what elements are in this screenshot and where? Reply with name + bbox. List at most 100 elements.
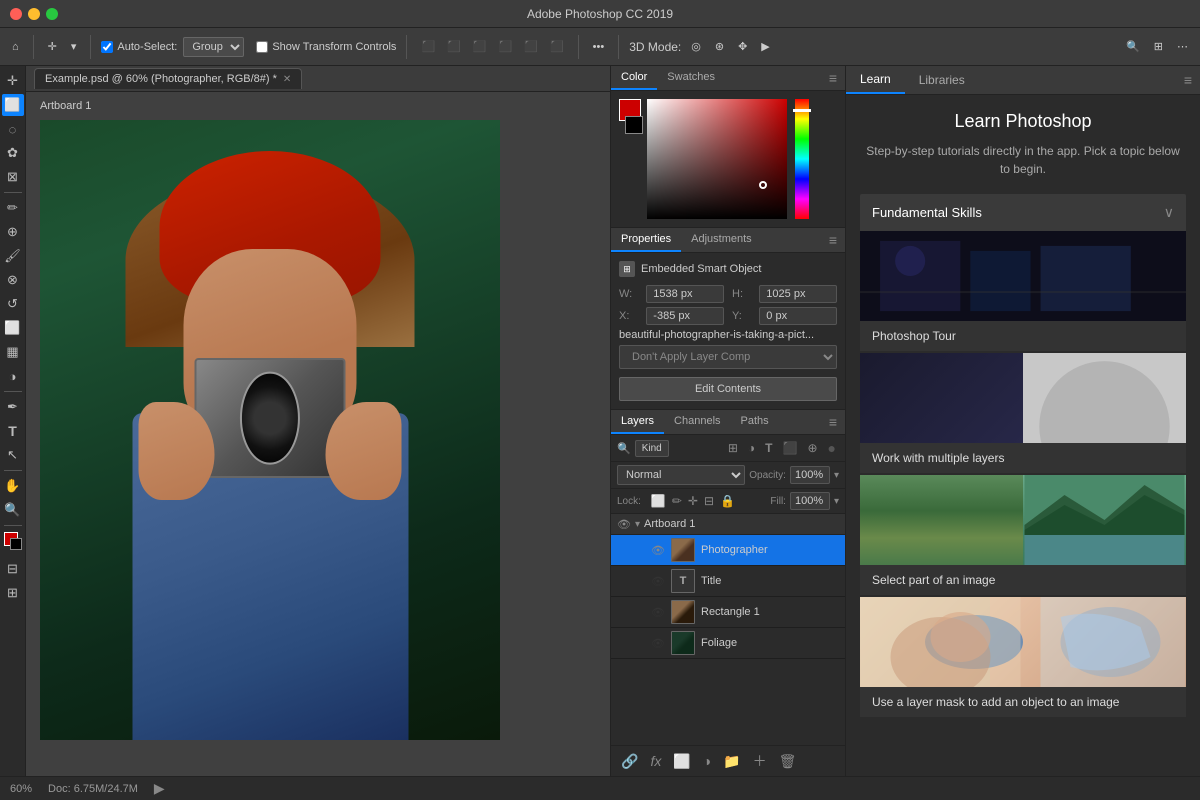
layer-eye-title[interactable]: 👁	[651, 574, 665, 588]
eraser-tool[interactable]: ⬜	[2, 317, 24, 339]
select-tool[interactable]: ⬜	[2, 94, 24, 116]
auto-select-checkbox[interactable]	[101, 41, 113, 53]
3d-mode-btn2[interactable]: ⊛	[711, 38, 728, 55]
tab-libraries[interactable]: Libraries	[905, 67, 979, 93]
maximize-button[interactable]	[46, 8, 58, 20]
hue-strip[interactable]	[795, 99, 809, 219]
edit-contents-button[interactable]: Edit Contents	[619, 377, 837, 401]
filter-shape-btn[interactable]: ⬛	[780, 439, 801, 457]
canvas-tab-close[interactable]: ✕	[283, 74, 291, 85]
tab-channels[interactable]: Channels	[664, 410, 730, 434]
tab-paths[interactable]: Paths	[731, 410, 779, 434]
layer-adjust-btn[interactable]: ◑	[699, 751, 715, 771]
home-button[interactable]: ⌂	[8, 39, 23, 55]
tab-learn[interactable]: Learn	[846, 66, 905, 94]
tab-adjustments[interactable]: Adjustments	[681, 228, 762, 252]
color-cursor[interactable]	[759, 181, 767, 189]
filter-type-btn[interactable]: T	[762, 439, 775, 457]
layer-rectangle1[interactable]: 👁 Rectangle 1	[611, 597, 845, 628]
screen-mode-tool[interactable]: ⊞	[2, 582, 24, 604]
fill-arrow[interactable]: ▾	[834, 496, 839, 507]
dodge-tool[interactable]: ◑	[2, 365, 24, 387]
layer-mask-btn[interactable]: ⬜	[669, 751, 694, 772]
align-btn-4[interactable]: ⬛	[495, 38, 517, 55]
3d-mode-btn3[interactable]: ✥	[734, 38, 751, 55]
pen-tool[interactable]: ✒	[2, 396, 24, 418]
quick-mask-tool[interactable]: ⊟	[2, 558, 24, 580]
brush-tool[interactable]: 🖌	[2, 245, 24, 267]
background-swatch[interactable]	[625, 116, 643, 134]
filter-smart-btn[interactable]: ⊕	[804, 439, 820, 457]
lock-transparent-btn[interactable]: ⬜	[651, 494, 666, 508]
opacity-arrow[interactable]: ▾	[834, 470, 839, 481]
hue-cursor[interactable]	[793, 109, 811, 112]
canvas-tab-main[interactable]: Example.psd @ 60% (Photographer, RGB/8#)…	[34, 68, 302, 89]
artboard-group-header[interactable]: 👁 ▾ Artboard 1	[611, 514, 845, 535]
layer-eye-photographer[interactable]: 👁	[651, 543, 665, 557]
layer-fx-btn[interactable]: fx	[646, 751, 665, 771]
lock-artboard-btn[interactable]: ⊟	[704, 494, 714, 508]
lock-all-btn[interactable]: 🔒	[720, 494, 735, 508]
learn-tab-menu[interactable]: ≡	[1176, 68, 1200, 92]
crop-tool[interactable]: ⊠	[2, 166, 24, 188]
eyedropper-tool[interactable]: ✏	[2, 197, 24, 219]
close-button[interactable]	[10, 8, 22, 20]
artboard-eye[interactable]: 👁	[617, 517, 631, 531]
color-panel-menu[interactable]: ≡	[821, 66, 845, 90]
tab-swatches[interactable]: Swatches	[657, 66, 725, 90]
card-photoshop-tour[interactable]: Photoshop Tour	[860, 231, 1186, 351]
opacity-input[interactable]	[790, 466, 830, 484]
align-btn-3[interactable]: ⬛	[469, 38, 491, 55]
more-button[interactable]: •••	[589, 39, 609, 55]
layer-add-btn[interactable]: ＋	[749, 749, 771, 773]
move-tool[interactable]: ✛	[2, 70, 24, 92]
foreground-color[interactable]	[2, 530, 24, 552]
blend-mode-select[interactable]: Normal	[617, 465, 745, 485]
layer-eye-rect[interactable]: 👁	[651, 605, 665, 619]
quick-select-tool[interactable]: ✿	[2, 142, 24, 164]
tab-layers[interactable]: Layers	[611, 410, 664, 434]
filter-kind-dropdown[interactable]: Kind	[635, 440, 669, 457]
zoom-tool[interactable]: 🔍	[2, 499, 24, 521]
layer-title[interactable]: 👁 T Title	[611, 566, 845, 597]
auto-select-dropdown[interactable]: Group	[183, 37, 244, 57]
filter-pixel-btn[interactable]: ⊞	[725, 439, 741, 457]
saturation-value-picker[interactable]	[647, 99, 787, 219]
filter-adjust-btn[interactable]: ◑	[745, 439, 758, 457]
layer-delete-btn[interactable]: 🗑	[775, 751, 801, 772]
stamp-tool[interactable]: ⊗	[2, 269, 24, 291]
3d-mode-btn1[interactable]: ◎	[687, 38, 705, 55]
layer-foliage[interactable]: 👁 Foliage	[611, 628, 845, 659]
layer-photographer[interactable]: 👁 Photographer	[611, 535, 845, 566]
search-button[interactable]: 🔍	[1122, 38, 1144, 55]
hand-tool[interactable]: ✋	[2, 475, 24, 497]
lock-position-btn[interactable]: ✛	[688, 494, 698, 508]
view-options-button[interactable]: ⊞	[1150, 38, 1167, 55]
lasso-tool[interactable]: ◌	[2, 118, 24, 140]
transform-controls-checkbox[interactable]	[256, 41, 268, 53]
y-value[interactable]: 0 px	[759, 307, 837, 325]
x-value[interactable]: -385 px	[646, 307, 724, 325]
move-tool-button[interactable]: ✛	[44, 38, 61, 55]
tab-properties[interactable]: Properties	[611, 228, 681, 252]
layer-group-btn[interactable]: 📁	[719, 751, 744, 772]
minimize-button[interactable]	[28, 8, 40, 20]
align-btn-2[interactable]: ⬛	[443, 38, 465, 55]
section-header[interactable]: Fundamental Skills ∨	[860, 194, 1186, 231]
statusbar-arrow[interactable]: ▶	[154, 780, 165, 797]
fill-input[interactable]	[790, 492, 830, 510]
move-tool-options[interactable]: ▾	[67, 38, 81, 55]
filter-toggle-btn[interactable]: ●	[825, 439, 839, 457]
layers-panel-menu[interactable]: ≡	[821, 410, 845, 434]
card-layers[interactable]: Work with multiple layers	[860, 353, 1186, 473]
canvas-image-wrapper[interactable]	[40, 120, 500, 740]
lock-pixels-btn[interactable]: ✏	[672, 494, 682, 508]
layer-link-btn[interactable]: 🔗	[617, 751, 642, 772]
spot-heal-tool[interactable]: ⊕	[2, 221, 24, 243]
layer-eye-foliage[interactable]: 👁	[651, 636, 665, 650]
history-tool[interactable]: ↺	[2, 293, 24, 315]
card-mask[interactable]: Use a layer mask to add an object to an …	[860, 597, 1186, 717]
align-btn-5[interactable]: ⬛	[520, 38, 542, 55]
3d-mode-btn4[interactable]: ▶	[757, 38, 773, 55]
type-tool[interactable]: T	[2, 420, 24, 442]
